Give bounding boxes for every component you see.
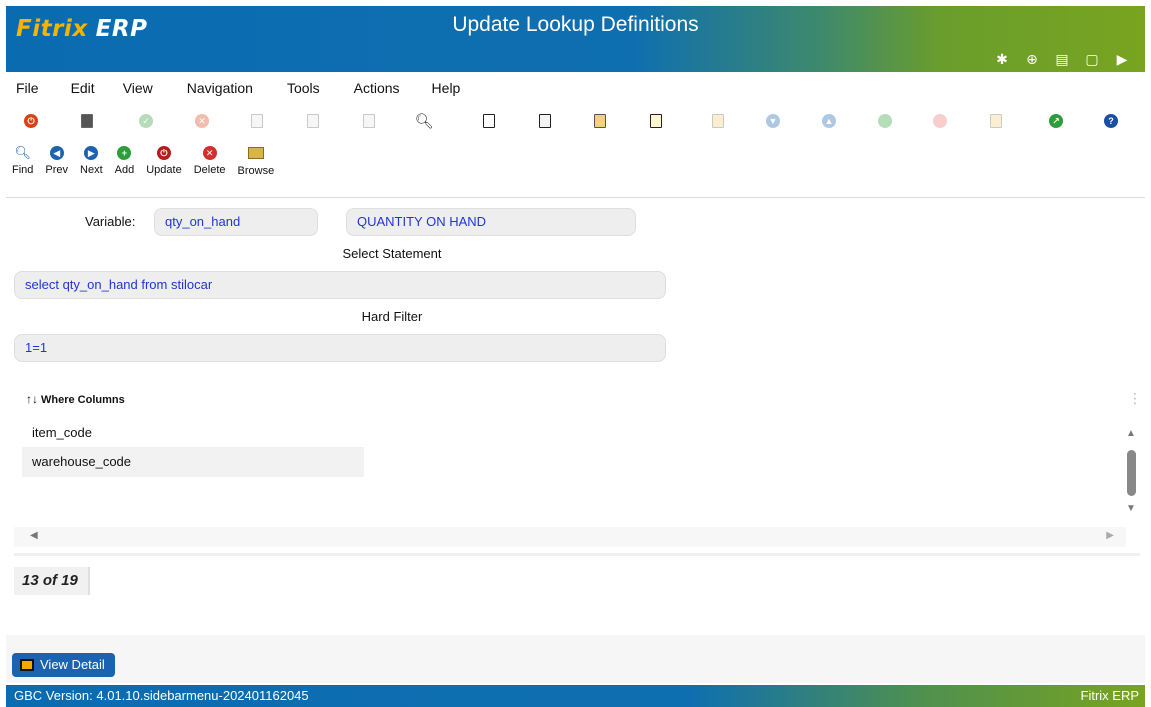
document-icon[interactable]: ▤ (1047, 50, 1077, 68)
next-button[interactable]: ▶ Next (74, 146, 109, 196)
menu-edit[interactable]: Edit (63, 80, 115, 102)
where-columns-header[interactable]: ↑↓ Where Columns (26, 392, 125, 406)
delete-label: Delete (193, 164, 226, 176)
power-icon: ⏻ (156, 146, 171, 160)
scroll-up-icon[interactable]: ▲ (1126, 428, 1136, 439)
new-document-icon[interactable]: ▢ (1077, 50, 1107, 68)
browse-label: Browse (237, 165, 275, 177)
menu-actions[interactable]: Actions (346, 80, 424, 102)
scroll-left-icon[interactable]: ◀ (30, 530, 38, 541)
status-bar: GBC Version: 4.01.10.sidebarmenu-2024011… (6, 685, 1145, 707)
cancel-icon[interactable]: ✕ (193, 112, 211, 130)
calendar-check-icon[interactable] (647, 112, 665, 130)
add-label: Add (114, 164, 135, 176)
where-columns-label: Where Columns (41, 394, 125, 406)
toolbar-divider (6, 197, 1145, 198)
app-header: Fitrix ERP Update Lookup Definitions ✱ ⊕ … (6, 6, 1145, 72)
arrow-up-circle-icon[interactable]: ▲ (820, 112, 838, 130)
view-detail-label: View Detail (40, 657, 105, 672)
arrow-right-icon: ▶ (84, 146, 99, 160)
page-title: Update Lookup Definitions (452, 13, 699, 36)
variable-label: Variable: (85, 214, 136, 229)
status-app-name: Fitrix ERP (1080, 688, 1140, 703)
prev-label: Prev (45, 164, 69, 176)
delete-button[interactable]: ✕ Delete (188, 146, 232, 196)
horizontal-scrollbar[interactable]: ◀ ▶ (14, 527, 1126, 547)
table-bottom-divider (14, 553, 1140, 556)
x-icon: ✕ (202, 146, 217, 160)
menu-navigation[interactable]: Navigation (179, 80, 279, 102)
scroll-thumb[interactable] (1127, 450, 1136, 496)
header-icon-bar: ✱ ⊕ ▤ ▢ ▶ (987, 50, 1137, 68)
menu-bar: File Edit View Navigation Tools Actions … (6, 80, 1145, 102)
menu-file[interactable]: File (6, 80, 63, 102)
zoom-icon[interactable]: 🔍︎ (414, 112, 433, 130)
arrow-down-circle-icon[interactable]: ▼ (764, 112, 782, 130)
bottom-panel (6, 635, 1145, 683)
variable-field[interactable]: qty_on_hand (154, 208, 318, 236)
view-detail-button[interactable]: View Detail (12, 653, 115, 677)
paint-icon[interactable] (931, 112, 949, 130)
copy-record-icon[interactable] (248, 112, 266, 130)
gbc-version: GBC Version: 4.01.10.sidebarmenu-2024011… (14, 688, 309, 703)
sort-icon: ↑↓ (26, 392, 38, 406)
document-edit-icon[interactable] (591, 112, 609, 130)
menu-view[interactable]: View (115, 80, 179, 102)
calendar-icon[interactable] (480, 112, 498, 130)
view-detail-icon (20, 659, 34, 671)
hard-filter-field[interactable]: 1=1 (14, 334, 666, 362)
play-icon[interactable]: ▶ (1107, 50, 1137, 68)
table-row[interactable]: item_code (22, 418, 364, 448)
find-button[interactable]: 🔍︎ Find (6, 146, 39, 196)
folder-icon (247, 147, 264, 159)
prev-button[interactable]: ◀ Prev (39, 146, 74, 196)
accept-icon[interactable]: ✓ (137, 112, 155, 130)
power-icon[interactable]: ⏻ (22, 112, 40, 130)
plus-icon: + (117, 146, 132, 160)
chart-icon[interactable] (876, 112, 894, 130)
variable-description-field[interactable]: QUANTITY ON HAND (346, 208, 636, 236)
settings-cog-icon[interactable]: ⊕ (1017, 50, 1047, 68)
icon-toolbar: ⏻ ✓ ✕ 🔍︎ ▼ ▲ ↗ ? (6, 112, 1145, 138)
paste-icon[interactable] (304, 112, 322, 130)
add-button[interactable]: + Add (109, 146, 141, 196)
table-row[interactable]: warehouse_code (22, 447, 364, 477)
copy-icon[interactable] (78, 112, 96, 130)
menu-help[interactable]: Help (424, 80, 469, 102)
action-toolbar: 🔍︎ Find ◀ Prev ▶ Next + Add ⏻ Update ✕ D… (6, 146, 280, 196)
update-button[interactable]: ⏻ Update (140, 146, 187, 196)
scroll-down-icon[interactable]: ▼ (1126, 503, 1136, 514)
gear-icon[interactable]: ✱ (987, 50, 1017, 68)
vertical-scrollbar[interactable]: ▲ ▼ (1124, 390, 1140, 520)
hard-filter-label: Hard Filter (361, 309, 423, 324)
report-icon[interactable] (987, 112, 1005, 130)
clipboard-icon[interactable] (360, 112, 378, 130)
ruler-icon[interactable] (709, 112, 727, 130)
search-icon: 🔍︎ (14, 145, 31, 160)
select-statement-field[interactable]: select qty_on_hand from stilocar (14, 271, 666, 299)
scroll-right-icon[interactable]: ▶ (1106, 530, 1114, 541)
document-attach-icon[interactable] (536, 112, 554, 130)
record-count: 13 of 19 (14, 567, 90, 595)
select-statement-label: Select Statement (342, 246, 442, 261)
menu-tools[interactable]: Tools (279, 80, 346, 102)
browse-button[interactable]: Browse (232, 146, 281, 196)
help-icon[interactable]: ? (1102, 112, 1120, 130)
update-label: Update (146, 164, 182, 176)
arrow-left-icon: ◀ (49, 146, 64, 160)
next-label: Next (80, 164, 103, 176)
find-label: Find (12, 164, 34, 176)
globe-icon[interactable]: ↗ (1047, 112, 1065, 130)
